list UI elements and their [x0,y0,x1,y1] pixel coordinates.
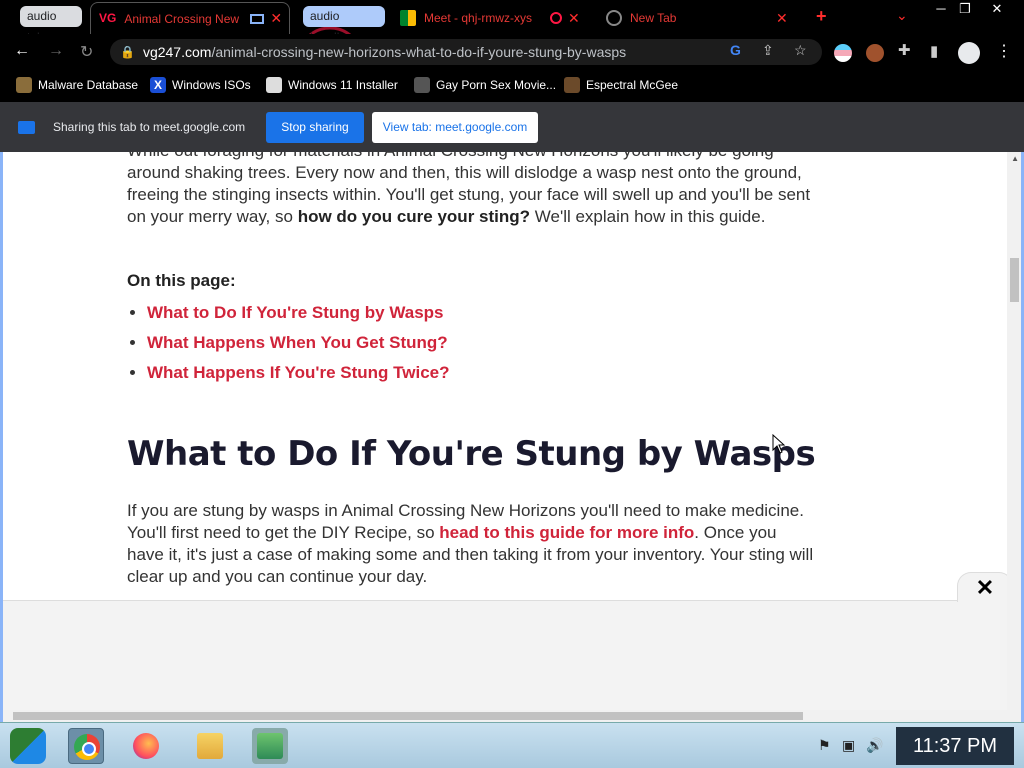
chrome-icon [74,734,100,760]
stop-sharing-button[interactable]: Stop sharing [266,112,364,143]
google-lens-icon[interactable]: G [730,42,741,58]
tab-meet[interactable]: Meet - qhj-rmwz-xys ✕ [400,2,595,34]
toolbar: ← → ↻ 🔒 vg247.com /animal-crossing-new-h… [0,34,1024,70]
tab-sharing-bar: Sharing this tab to meet.google.com Stop… [0,102,1024,152]
tab-title: Meet - qhj-rmwz-xys [424,11,533,25]
extensions-puzzle-icon[interactable]: ✚ [898,41,916,59]
share-icon[interactable]: ⇪ [762,42,774,59]
ad-close-tab[interactable]: ✕ [957,572,1013,602]
intro-paragraph: While out foraging for materials in Anim… [127,152,817,228]
view-tab-button[interactable]: View tab: meet.google.com [372,112,538,143]
taskbar-network-app[interactable] [252,728,288,764]
folder-icon [197,733,223,759]
bookmark-favicon-icon [16,77,32,93]
toc-item: What Happens If You're Stung Twice? [147,362,450,384]
intro-cut-line: While out foraging for materials in Anim… [127,152,817,162]
scroll-up-icon[interactable]: ▲ [1011,154,1019,163]
chrome-favicon-icon [606,10,622,26]
taskbar-file-explorer[interactable] [192,728,228,764]
page-viewport: While out foraging for materials in Anim… [0,152,1024,722]
system-clock[interactable]: 11:37 PM [896,727,1014,765]
start-button[interactable] [10,728,46,764]
bookmark-malware-database[interactable]: Malware Database [16,77,138,93]
tab-strip: audio tab VG Animal Crossing New H ✕ aud… [0,0,1024,34]
action-center-flag-icon[interactable]: ⚑ [818,737,831,754]
close-icon[interactable]: ✕ [270,10,282,27]
x-logo-icon: X [150,77,166,93]
horizontal-scroll-thumb[interactable] [13,712,803,720]
network-icon[interactable]: ▣ [842,737,855,754]
url-domain: vg247.com [142,44,212,60]
screen-share-icon [18,121,35,134]
kebab-menu-icon[interactable]: ⋮ [996,41,1012,61]
bookmark-label: Gay Porn Sex Movie... [436,78,557,92]
forward-arrow-icon[interactable]: → [48,42,64,60]
meet-favicon-icon [400,10,416,26]
bookmark-label: Windows 11 Installer [288,78,398,92]
section-heading: What to Do If You're Stung by Wasps [127,434,816,474]
close-icon[interactable]: ✕ [976,575,994,600]
bookmark-favicon-icon [414,77,430,93]
vertical-scrollbar[interactable]: ▲ [1007,152,1021,722]
tab-sharing-icon [250,13,265,24]
volume-icon[interactable]: 🔊 [866,737,883,754]
toc-item: What to Do If You're Stung by Wasps [147,302,450,324]
vg247-favicon-icon: VG [99,10,117,25]
address-bar[interactable]: 🔒 vg247.com /animal-crossing-new-horizon… [110,39,822,65]
tab-vg247[interactable]: VG Animal Crossing New H ✕ [90,2,290,34]
taskbar: ⚑ ▣ 🔊 11:37 PM [0,722,1024,768]
article: While out foraging for materials in Anim… [127,152,817,586]
extension-flag-icon[interactable] [834,44,852,62]
ad-banner [3,600,1021,710]
tab-title: Animal Crossing New H [124,11,243,26]
guide-link[interactable]: head to this guide for more info [439,523,694,542]
back-arrow-icon[interactable]: ← [14,42,30,60]
chevron-down-icon[interactable]: ⌄ [896,7,908,24]
toc-link-get-stung[interactable]: What Happens When You Get Stung? [147,333,448,352]
tab-group-audio-handler[interactable]: audio handler [303,6,385,34]
bookmark-favicon-icon [564,77,580,93]
tab-title: New Tab [630,11,677,25]
bookmark-label: Windows ISOs [172,78,251,92]
sharing-status-text: Sharing this tab to meet.google.com [53,120,246,134]
bookmark-favicon-icon [266,77,282,93]
toc-item: What Happens When You Get Stung? [147,332,450,354]
firefox-icon [133,733,159,759]
intro-end-text: We'll explain how in this guide. [530,207,766,226]
maximize-button[interactable]: ❐ [950,0,980,18]
bookmark-espectral-mcgee[interactable]: Espectral McGee [564,77,678,93]
network-app-icon [257,733,283,759]
horizontal-scrollbar[interactable] [3,710,1021,722]
tab-new-tab[interactable]: New Tab ✕ [606,2,801,34]
mouse-cursor-icon [772,434,786,454]
bookmark-label: Malware Database [38,78,139,92]
bookmark-movie[interactable]: Gay Porn Sex Movie... [414,77,556,93]
bookmark-windows-isos[interactable]: X Windows ISOs [150,77,251,93]
taskbar-firefox[interactable] [128,728,164,764]
extension-avatar-icon[interactable] [866,44,884,62]
window-close-button[interactable]: ✕ [982,0,1012,18]
reload-icon[interactable]: ↻ [80,42,93,62]
bookmarks-bar: Malware Database X Windows ISOs Windows … [0,70,1024,102]
on-this-page-label: On this page: [127,271,236,290]
close-icon[interactable]: ✕ [568,10,580,27]
tab-group-audio-tab[interactable]: audio tab [20,6,82,34]
lock-icon: 🔒 [120,45,135,59]
side-panel-icon[interactable]: ▮ [930,42,938,60]
section-paragraph: If you are stung by wasps in Animal Cros… [127,500,817,588]
toc-link-stung-by-wasps[interactable]: What to Do If You're Stung by Wasps [147,303,444,322]
recording-icon [550,12,562,24]
profile-avatar-icon[interactable] [958,42,980,64]
new-tab-button[interactable]: + [816,6,827,27]
vertical-scroll-thumb[interactable] [1010,258,1019,302]
bookmark-label: Espectral McGee [586,78,679,92]
table-of-contents: What to Do If You're Stung by Wasps What… [147,302,450,392]
url-path: /animal-crossing-new-horizons-what-to-do… [211,44,627,60]
close-icon[interactable]: ✕ [776,10,788,27]
bookmark-windows-11-installer[interactable]: Windows 11 Installer [266,77,398,93]
toc-link-stung-twice[interactable]: What Happens If You're Stung Twice? [147,363,450,382]
taskbar-chrome[interactable] [68,728,104,764]
intro-bold-question: how do you cure your sting? [297,207,531,226]
bookmark-star-icon[interactable]: ☆ [794,42,807,59]
